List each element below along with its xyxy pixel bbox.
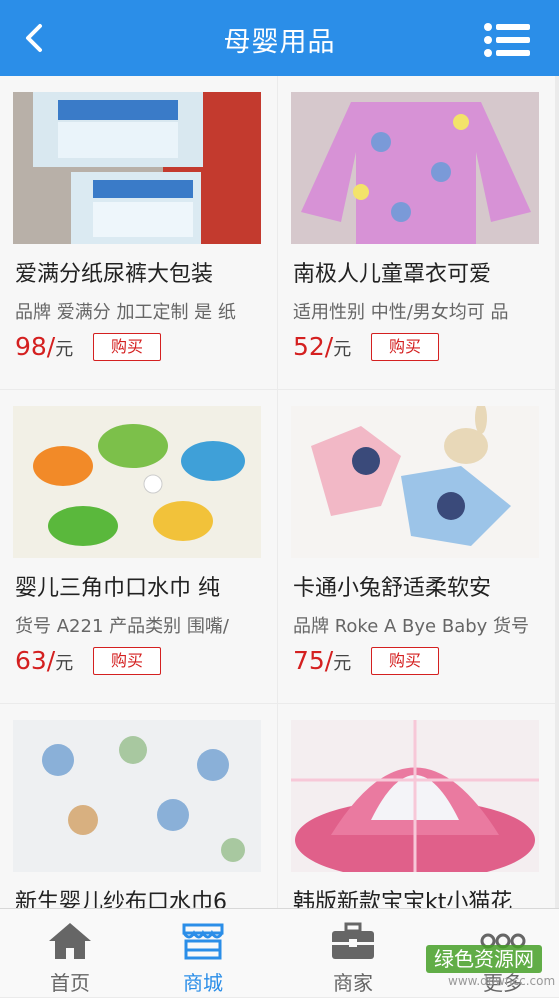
tab-store[interactable]: 商城 <box>133 909 273 998</box>
product-desc: 适用性别 中性/男女均可 品 <box>293 302 509 323</box>
product-name: 卡通小兔舒适柔软安 <box>293 576 492 601</box>
product-image-bunny-toy <box>291 406 539 558</box>
product-name: 韩版新款宝宝kt小猫花 <box>293 890 513 908</box>
tab-merchant[interactable]: 商家 <box>283 909 423 998</box>
tab-label: 商城 <box>183 971 223 995</box>
product-image-diapers <box>13 92 261 244</box>
page-title: 母婴用品 <box>223 27 336 58</box>
buy-button[interactable]: 购买 <box>371 647 439 675</box>
product-desc: 品牌 Roke A Bye Baby 货号 <box>293 616 530 637</box>
product-desc: 品牌 爱满分 加工定制 是 纸 <box>15 302 236 323</box>
tab-label: 商家 <box>333 971 373 995</box>
product-grid: 爱满分纸尿裤大包装 品牌 爱满分 加工定制 是 纸 98/元 购买 南极人儿童罩… <box>0 76 559 908</box>
tab-home[interactable]: 首页 <box>0 909 140 998</box>
buy-button[interactable]: 购买 <box>371 333 439 361</box>
app-header: 母婴用品 <box>0 0 559 76</box>
store-icon <box>182 923 224 960</box>
product-image-bib <box>13 406 261 558</box>
product-desc: 货号 A221 产品类别 围嘴/ <box>15 616 229 637</box>
product-image-gauze-towel <box>13 720 261 872</box>
product-card[interactable]: 婴儿三角巾口水巾 纯 货号 A221 产品类别 围嘴/ 63/元 购买 <box>0 390 277 703</box>
product-card[interactable]: 卡通小兔舒适柔软安 品牌 Roke A Bye Baby 货号 75/元 购买 <box>278 390 555 703</box>
product-name: 爱满分纸尿裤大包装 <box>15 262 214 287</box>
watermark-url: www.downcc.com <box>448 974 556 988</box>
briefcase-icon <box>332 922 374 959</box>
watermark: 绿色资源网 www.downcc.com <box>426 945 555 989</box>
product-price: 75/元 <box>293 646 352 675</box>
product-name: 新生婴儿纱布口水巾6 <box>15 890 227 908</box>
product-price: 63/元 <box>15 646 74 675</box>
watermark-title: 绿色资源网 <box>426 945 542 973</box>
buy-button[interactable]: 购买 <box>93 333 161 361</box>
home-icon <box>49 923 91 959</box>
product-image-smock <box>291 92 539 244</box>
list-menu-icon[interactable] <box>483 22 531 58</box>
product-image-sun-hat <box>291 720 539 872</box>
product-price: 52/元 <box>293 332 352 361</box>
product-price: 98/元 <box>15 332 74 361</box>
product-card[interactable]: 南极人儿童罩衣可爱 适用性别 中性/男女均可 品 52/元 购买 <box>278 76 555 389</box>
product-card[interactable]: 新生婴儿纱布口水巾6 <box>0 704 277 908</box>
product-name: 婴儿三角巾口水巾 纯 <box>15 576 220 601</box>
product-name: 南极人儿童罩衣可爱 <box>293 262 492 287</box>
buy-button[interactable]: 购买 <box>93 647 161 675</box>
product-card[interactable]: 韩版新款宝宝kt小猫花 <box>278 704 555 908</box>
product-card[interactable]: 爱满分纸尿裤大包装 品牌 爱满分 加工定制 是 纸 98/元 购买 <box>0 76 277 389</box>
tab-label: 首页 <box>50 971 90 995</box>
